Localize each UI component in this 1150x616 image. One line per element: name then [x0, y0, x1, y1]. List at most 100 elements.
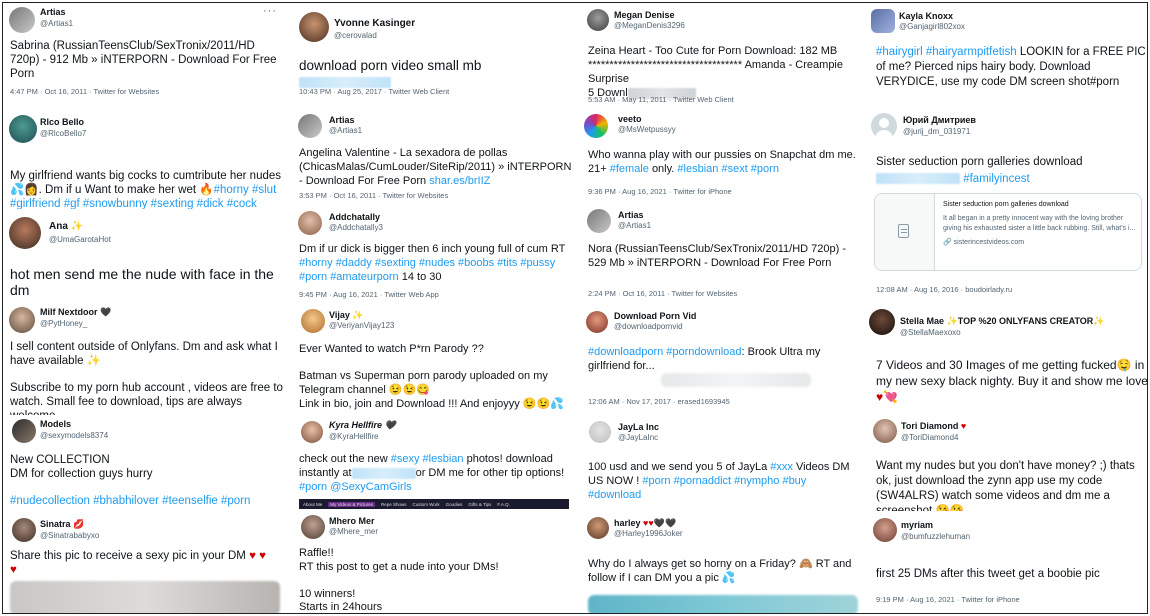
hashtag[interactable]: #girlfriend #gf #snowbunny #sexting #dic…	[10, 198, 257, 209]
avatar[interactable]	[587, 517, 609, 539]
tweet-card[interactable]: Artias @Artias1 Nora (RussianTeensClub/S…	[581, 203, 864, 303]
hashtag[interactable]: #porn #amateurporn	[299, 271, 399, 283]
user-handle[interactable]: @UmaGarotaHot	[49, 235, 111, 244]
display-name[interactable]: Vijay ✨	[329, 310, 364, 321]
timestamp[interactable]: 5:53 AM · May 11, 2011 · Twitter Web Cli…	[588, 95, 734, 104]
user-handle[interactable]: @KyraHellfire	[329, 432, 378, 441]
timestamp[interactable]: 3:53 PM · Oct 16, 2011 · Twitter for Web…	[299, 191, 448, 200]
tweet-card[interactable]: veeto @MsWetpussyy Who wanna play with o…	[581, 107, 864, 203]
embedded-site-navbar[interactable]: About Me My Videos & Pictures Repe Shows Cu…	[299, 499, 569, 509]
display-name[interactable]: harley ♥♥🖤🖤	[614, 518, 676, 529]
media-image[interactable]	[588, 595, 858, 613]
tweet-card[interactable]: Milf Nextdoor 🖤 @PytHoney_ I sell conten…	[3, 303, 286, 415]
avatar[interactable]	[9, 115, 37, 143]
display-name[interactable]: Artias	[40, 7, 66, 17]
user-handle[interactable]: @bumfuzzlehuman	[901, 532, 970, 541]
display-name[interactable]: Models	[40, 419, 71, 429]
avatar[interactable]	[298, 211, 322, 235]
avatar[interactable]	[873, 518, 897, 542]
display-name[interactable]: Stella Mae ✨TOP %20 ONLYFANS CREATOR✨	[900, 316, 1105, 327]
avatar[interactable]	[9, 217, 41, 249]
tweet-card[interactable]: Mhero Mer @Mhere_mer Raffle!! RT this po…	[292, 511, 575, 613]
tweet-card[interactable]: Kayla Knoxx @Ganjagirl802xox #hairygirl …	[869, 3, 1147, 105]
display-name[interactable]: Kyra Hellfire 🖤	[329, 420, 396, 431]
user-handle[interactable]: @Mhere_mer	[329, 527, 378, 536]
display-name[interactable]: veeto	[618, 114, 642, 124]
avatar[interactable]	[12, 419, 36, 443]
more-dots-icon[interactable]: ···	[263, 5, 277, 17]
display-name[interactable]: JayLa Inc	[618, 422, 659, 432]
display-name[interactable]: Milf Nextdoor 🖤	[40, 307, 111, 318]
user-handle[interactable]: @Addchatally3	[329, 223, 383, 232]
avatar[interactable]	[9, 307, 35, 333]
display-name[interactable]: myriam	[901, 520, 933, 530]
avatar[interactable]	[871, 9, 895, 33]
user-handle[interactable]: @cerovalad	[334, 31, 377, 40]
tweet-card[interactable]: Stella Mae ✨TOP %20 ONLYFANS CREATOR✨ @S…	[869, 301, 1147, 413]
tweet-card[interactable]: JayLa Inc @JayLaInc 100 usd and we send …	[581, 411, 864, 511]
link-preview-card[interactable]: Sister seduction porn galleries download…	[874, 193, 1142, 271]
avatar[interactable]	[301, 309, 325, 333]
tweet-card[interactable]: Юрий Дмитриев @jurij_dm_031971 Sister se…	[869, 105, 1147, 301]
display-name[interactable]: Megan Denise	[614, 10, 675, 20]
tweet-card[interactable]: Tori Diamond ♥ @ToriDiamond4 Want my nud…	[869, 413, 1147, 511]
avatar[interactable]	[298, 114, 322, 138]
user-handle[interactable]: @Sinatrababyxo	[40, 531, 99, 540]
tweet-card[interactable]: Sinatra 💋 @Sinatrababyxo Share this pic …	[3, 511, 286, 613]
user-handle[interactable]: @ToriDiamond4	[901, 433, 958, 442]
tweet-card[interactable]: Models @sexymodels8374 New COLLECTION DM…	[3, 415, 286, 511]
tweet-card[interactable]: Ana ✨ @UmaGarotaHot hot men send me the …	[3, 209, 286, 301]
media-image[interactable]	[661, 373, 811, 387]
tweet-card[interactable]: Artias @Artias1 Angelina Valentine - La …	[292, 107, 575, 205]
display-name[interactable]: Mhero Mer	[329, 516, 375, 526]
display-name[interactable]: Ana ✨	[49, 221, 83, 232]
user-handle[interactable]: @Artias1	[618, 221, 651, 230]
avatar[interactable]	[584, 114, 608, 138]
avatar[interactable]	[9, 7, 35, 33]
hashtag[interactable]: #downloadporn #porndownload	[588, 346, 742, 358]
hashtag[interactable]: #familyincest	[963, 173, 1029, 185]
timestamp[interactable]: 9:19 PM · Aug 16, 2021 · Twitter for iPh…	[876, 595, 1020, 604]
hashtag[interactable]: #nudecollection #bhabhilover #teenselfie…	[10, 494, 285, 508]
hashtag[interactable]: #porn @SexyCamGirls	[299, 481, 412, 493]
tweet-card[interactable]: Yvonne Kasinger @cerovalad download porn…	[292, 3, 575, 107]
hashtag[interactable]: #porn #pornaddict #nympho #buy	[642, 475, 806, 487]
tweet-card[interactable]: Addchatally @Addchatally3 Dm if ur dick …	[292, 205, 575, 303]
display-name[interactable]: Artias	[329, 115, 355, 125]
tweet-card[interactable]: myriam @bumfuzzlehuman first 25 DMs afte…	[869, 511, 1147, 613]
display-name[interactable]: Kayla Knoxx	[899, 11, 953, 21]
tweet-card[interactable]: Megan Denise @MeganDenis3296 Zeina Heart…	[581, 3, 864, 107]
avatar[interactable]	[586, 311, 608, 333]
display-name[interactable]: Download Porn Vid	[614, 311, 696, 321]
avatar[interactable]	[871, 113, 897, 139]
display-name[interactable]: Sinatra 💋	[40, 519, 84, 530]
display-name[interactable]: Addchatally	[329, 212, 380, 222]
avatar[interactable]	[301, 421, 323, 443]
user-handle[interactable]: @MeganDenis3296	[614, 21, 685, 30]
timestamp[interactable]: 9:45 PM · Aug 16, 2021 · Twitter Web App	[299, 290, 439, 299]
user-handle[interactable]: @MsWetpussyy	[618, 125, 676, 134]
avatar[interactable]	[873, 419, 897, 443]
display-name[interactable]: Artias	[618, 210, 644, 220]
timestamp[interactable]: 9:36 PM · Aug 16, 2021 · Twitter for iPh…	[588, 187, 732, 196]
hashtag[interactable]: #female	[610, 163, 649, 175]
tweet-card[interactable]: Kyra Hellfire 🖤 @KyraHellfire check out …	[292, 415, 575, 511]
display-name[interactable]: Tori Diamond ♥	[901, 421, 966, 431]
user-handle[interactable]: @Artias1	[40, 19, 73, 28]
hashtag[interactable]: #horny #slut	[214, 184, 277, 196]
hashtag[interactable]: #sexy #lesbian	[391, 453, 464, 465]
user-handle[interactable]: @downloadpornvid	[614, 322, 683, 331]
timestamp[interactable]: 4:47 PM · Oct 16, 2011 · Twitter for Web…	[10, 87, 159, 96]
media-image[interactable]	[10, 581, 280, 613]
hashtag[interactable]: #download	[588, 489, 641, 501]
tweet-card[interactable]: Rlco Bello @RlcoBello7 My girlfriend wan…	[3, 107, 286, 209]
avatar[interactable]	[301, 515, 325, 539]
hashtag[interactable]: #xxx	[770, 461, 793, 473]
user-handle[interactable]: @VeriyanVijay123	[329, 321, 394, 330]
timestamp[interactable]: 2:24 PM · Oct 16, 2011 · Twitter for Web…	[588, 289, 737, 298]
tweet-card[interactable]: harley ♥♥🖤🖤 @Harley1996Joker Why do I al…	[581, 511, 864, 613]
hashtag[interactable]: #horny #daddy #sexting #nudes #boobs #ti…	[299, 257, 555, 269]
timestamp[interactable]: 12:06 AM · Nov 17, 2017 · erased1693945	[588, 397, 730, 406]
tweet-card[interactable]: Artias @Artias1 ··· Sabrina (RussianTeen…	[3, 3, 286, 107]
tweet-card[interactable]: Vijay ✨ @VeriyanVijay123 Ever Wanted to …	[292, 303, 575, 415]
